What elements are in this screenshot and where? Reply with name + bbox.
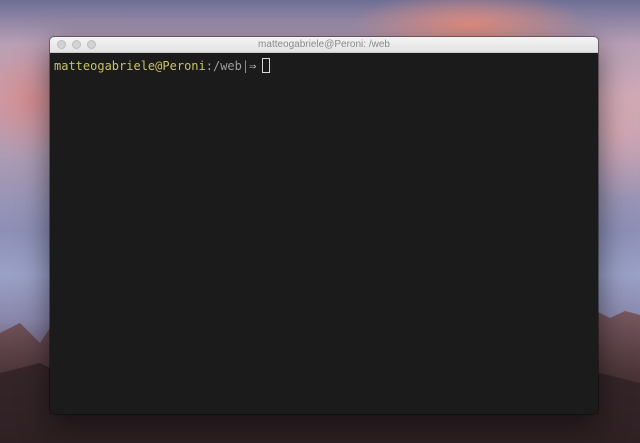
prompt-path: /web (212, 59, 242, 73)
terminal-cursor (262, 58, 271, 73)
prompt-host: Peroni (162, 59, 206, 73)
terminal-window[interactable]: matteogabriele@Peroni: /web matteogabrie… (50, 37, 598, 414)
window-title: matteogabriele@Peroni: /web (258, 39, 390, 50)
prompt-user: matteogabriele (54, 59, 156, 73)
desktop-wallpaper: matteogabriele@Peroni: /web matteogabrie… (0, 0, 640, 443)
prompt-colon: : (205, 59, 213, 73)
window-titlebar[interactable]: matteogabriele@Peroni: /web (50, 37, 598, 53)
terminal-content[interactable]: matteogabriele@Peroni:/web|⇒ (50, 53, 598, 414)
prompt-arrow-icon: ⇒ (249, 59, 257, 73)
